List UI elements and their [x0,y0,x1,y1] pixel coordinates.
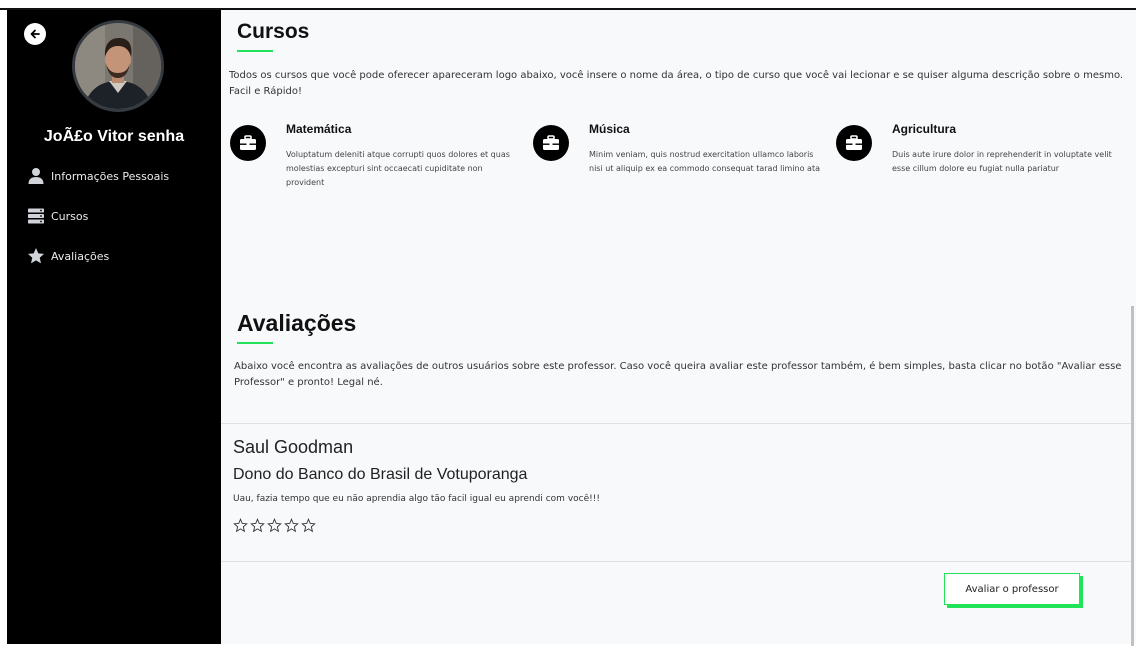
course-icon [836,125,872,161]
course-title: Matemática [286,122,352,136]
course-title: Música [589,122,630,136]
review-rating [233,518,316,533]
nav-label: Informações Pessoais [51,169,170,183]
back-button[interactable] [24,23,46,45]
cursos-title-underline [237,50,273,52]
briefcase-icon [543,135,559,150]
star-outline-icon [233,518,248,533]
star-outline-icon [267,518,282,533]
nav-item-cursos[interactable]: Cursos [27,207,88,225]
star-outline-icon [301,518,316,533]
nav-label: Avaliações [51,249,110,263]
course-icon [230,125,266,161]
avatar [72,20,164,112]
avaliar-professor-button[interactable]: Avaliar o professor [944,573,1080,605]
star-outline-icon [284,518,299,533]
main-content: Cursos Todos os cursos que você pode ofe… [221,10,1136,646]
avaliacoes-title: Avaliações [237,310,357,336]
avaliacoes-description: Abaixo você encontra as avaliações de ou… [234,361,1122,388]
review-text: Uau, fazia tempo que eu não aprendia alg… [233,494,600,504]
divider [221,423,1132,424]
star-icon [28,248,44,264]
briefcase-icon [846,135,862,150]
reviewer-name: Saul Goodman [233,437,354,457]
arrow-left-icon [30,29,40,39]
scrollbar[interactable] [1131,306,1134,646]
course-text: Minim veniam, quis nostrud exercitation … [589,150,820,173]
course-card-matematica: Matemática Voluptatum deleniti atque cor… [230,122,520,202]
user-icon [28,168,44,184]
star-outline-icon [250,518,265,533]
server-icon [28,208,44,224]
course-title: Agricultura [892,122,957,136]
course-text: Voluptatum deleniti atque corrupti quos … [286,150,510,187]
course-card-musica: Música Minim veniam, quis nostrud exerci… [533,122,823,202]
briefcase-icon [240,135,256,150]
course-icon [533,125,569,161]
divider [221,561,1132,562]
reviewer-role: Dono do Banco do Brasil de Votuporanga [233,466,528,483]
nav-item-avaliacoes[interactable]: Avaliações [27,247,109,265]
nav-item-informacoes-pessoais[interactable]: Informações Pessoais [27,167,169,185]
sidebar: JoÃ£o Vitor senha Informações Pessoais C… [7,10,221,644]
course-card-agricultura: Agricultura Duis aute irure dolor in rep… [836,122,1126,202]
cursos-description: Todos os cursos que você pode oferecer a… [229,70,1124,97]
course-text: Duis aute irure dolor in reprehenderit i… [892,150,1112,173]
cursos-title: Cursos [237,20,310,43]
avatar-image [75,23,161,109]
profile-name: JoÃ£o Vitor senha [43,128,185,145]
avaliacoes-title-underline [237,342,273,344]
nav-label: Cursos [51,209,89,223]
